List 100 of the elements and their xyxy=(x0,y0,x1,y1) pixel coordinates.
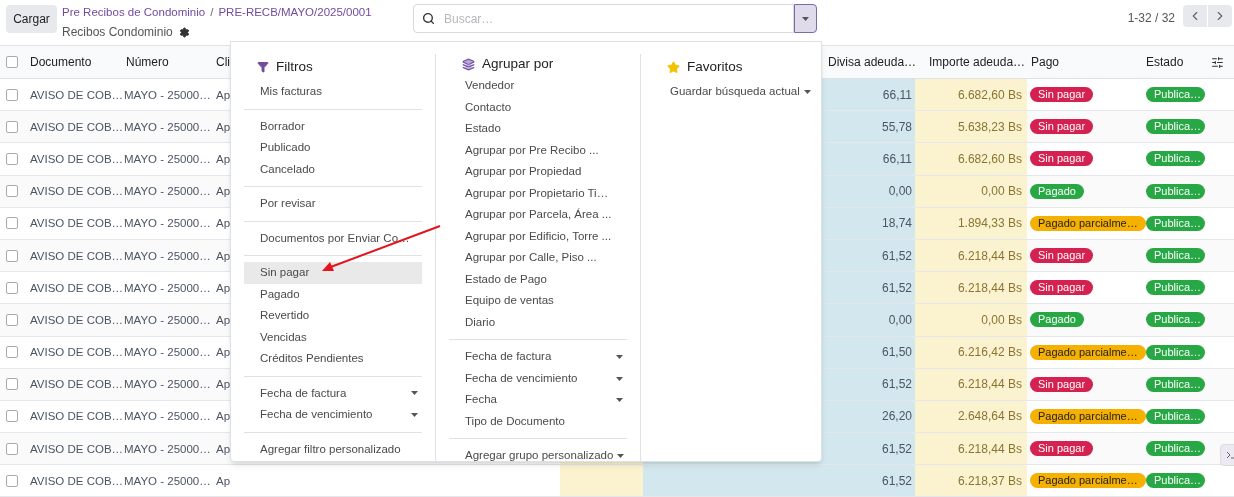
table-cell-text: Ap xyxy=(216,248,231,264)
table-cell-text: MAYO - 25000… xyxy=(124,473,211,489)
menu-item[interactable]: Fecha de factura xyxy=(449,346,627,368)
next-page-button[interactable] xyxy=(1208,5,1232,27)
table-cell-text: MAYO - 25000… xyxy=(124,345,211,361)
select-all-checkbox[interactable] xyxy=(6,56,18,68)
table-cell-text: Ap xyxy=(216,119,231,135)
menu-item[interactable]: Fecha de vencimiento xyxy=(244,404,422,426)
table-cell: 55,78 xyxy=(822,111,915,143)
row-checkbox[interactable] xyxy=(6,88,18,101)
table-cell-text: AVISO DE COB… xyxy=(30,473,124,489)
previous-page-button[interactable] xyxy=(1183,5,1207,27)
menu-item[interactable]: Contacto xyxy=(449,96,627,119)
menu-item[interactable]: Borrador xyxy=(244,115,422,137)
row-checkbox[interactable] xyxy=(6,152,18,165)
terminal-icon xyxy=(1226,451,1234,459)
state-badge: Publica… xyxy=(1146,441,1205,457)
menu-item[interactable]: Fecha de vencimiento xyxy=(449,367,627,390)
table-cell: 18,74 xyxy=(822,207,915,239)
row-checkbox[interactable] xyxy=(6,346,18,359)
table-cell: 0,00 xyxy=(822,304,915,336)
table-cell-text: AVISO DE COB… xyxy=(30,441,124,457)
menu-item[interactable]: Agrupar por Propiedad xyxy=(449,161,627,183)
menu-item[interactable]: Agregar grupo personalizado xyxy=(449,445,627,467)
settings-icon[interactable] xyxy=(178,26,190,38)
menu-item[interactable]: Guardar búsqueda actual xyxy=(654,81,808,103)
table-cell: 61,52 xyxy=(822,272,915,304)
table-cell-text: AVISO DE COB… xyxy=(30,377,124,393)
menu-item[interactable]: Tipo de Documento xyxy=(449,410,627,433)
menu-item[interactable]: Agrupar por Calle, Piso ... xyxy=(449,247,627,269)
column-header[interactable]: Estado xyxy=(1146,53,1184,71)
menu-item[interactable]: Pagado xyxy=(244,283,422,305)
table-cell-text: AVISO DE COB… xyxy=(30,312,124,328)
search-options-button[interactable] xyxy=(794,4,817,33)
menu-item[interactable]: Vencidas xyxy=(244,326,422,348)
terminal-button[interactable] xyxy=(1220,444,1234,466)
table-cell: 61,50 xyxy=(822,336,915,368)
menu-item[interactable]: Sin pagar xyxy=(244,262,422,284)
table-cell-text: AVISO DE COB… xyxy=(30,119,124,135)
payment-status-badge: Pagado xyxy=(1030,312,1084,328)
breadcrumb-link[interactable]: Pre Recibos de Condominio xyxy=(62,4,206,22)
row-checkbox[interactable] xyxy=(6,410,18,423)
menu-item[interactable]: Fecha xyxy=(449,389,627,411)
state-badge: Publica… xyxy=(1146,119,1205,135)
load-button[interactable]: Cargar xyxy=(6,5,57,33)
column-header[interactable]: Divisa adeuda… xyxy=(822,53,915,71)
menu-item[interactable]: Vendedor xyxy=(449,75,627,97)
table-cell: 6.218,44 Bs xyxy=(915,239,1027,272)
menu-item[interactable]: Estado de Pago xyxy=(449,268,627,291)
filter-icon xyxy=(257,61,269,73)
menu-item[interactable]: Agregar filtro personalizado xyxy=(244,438,422,460)
menu-item[interactable]: Créditos Pendientes xyxy=(244,348,422,370)
menu-item[interactable]: Cancelado xyxy=(244,158,422,180)
row-checkbox[interactable] xyxy=(6,120,18,133)
table-cell-text: Ap xyxy=(216,87,231,103)
column-header[interactable]: Importe adeuda… xyxy=(915,53,1027,71)
payment-status-badge: Pagado parcialme… xyxy=(1030,215,1146,231)
row-checkbox[interactable] xyxy=(6,378,18,391)
caret-icon xyxy=(616,398,623,402)
payment-status-badge: Pagado xyxy=(1030,183,1084,199)
row-checkbox[interactable] xyxy=(6,474,18,487)
table-cell-text: MAYO - 25000… xyxy=(124,312,211,328)
menu-item[interactable]: Publicado xyxy=(244,137,422,159)
column-header[interactable]: Número xyxy=(118,53,210,71)
pager-range: 1-32 / 32 xyxy=(1127,10,1175,27)
table-cell: 1.894,33 Bs xyxy=(915,207,1027,239)
menu-item[interactable]: Fecha de factura xyxy=(244,382,422,404)
menu-item[interactable]: Por revisar xyxy=(244,193,422,215)
menu-item[interactable]: Equipo de ventas xyxy=(449,290,627,312)
menu-item[interactable]: Diario xyxy=(449,311,627,334)
table-cell: 0,00 Bs xyxy=(915,304,1027,336)
menu-item[interactable]: Documentos por Enviar Co… xyxy=(244,227,422,249)
table-cell-text: AVISO DE COB… xyxy=(30,87,124,103)
menu-item[interactable]: Agrupar por Parcela, Área ... xyxy=(449,204,627,226)
row-checkbox[interactable] xyxy=(6,442,18,455)
table-cell-text: MAYO - 25000… xyxy=(124,377,211,393)
row-checkbox[interactable] xyxy=(6,185,18,198)
menu-item[interactable]: Mis facturas xyxy=(244,81,422,103)
payment-status-badge: Pagado parcialme… xyxy=(1030,473,1146,489)
table-cell-text: Ap xyxy=(216,409,231,425)
state-badge: Publica… xyxy=(1146,248,1205,264)
row-checkbox[interactable] xyxy=(6,217,18,230)
state-badge: Publica… xyxy=(1146,408,1205,424)
caret-icon xyxy=(617,454,625,458)
menu-item[interactable]: Revertido xyxy=(244,305,422,327)
state-badge: Publica… xyxy=(1146,344,1205,360)
column-header[interactable]: Pago xyxy=(1027,53,1140,71)
column-header[interactable]: Documento xyxy=(22,53,118,71)
menu-item[interactable]: Agrupar por Propietario Ti… xyxy=(449,182,627,205)
row-checkbox[interactable] xyxy=(6,313,18,326)
row-checkbox[interactable] xyxy=(6,249,18,262)
search-field[interactable]: Buscar… xyxy=(413,4,794,33)
table-cell: 61,52 xyxy=(822,368,915,400)
sliders-icon[interactable] xyxy=(1211,55,1224,69)
menu-item[interactable]: Agrupar por Edificio, Torre ... xyxy=(449,225,627,248)
menu-item[interactable]: Estado xyxy=(449,118,627,140)
menu-item[interactable]: Agrupar por Pre Recibo ... xyxy=(449,139,627,162)
row-checkbox[interactable] xyxy=(6,281,18,294)
payment-status-badge: Sin pagar xyxy=(1030,151,1094,167)
state-badge: Publica… xyxy=(1146,376,1205,392)
